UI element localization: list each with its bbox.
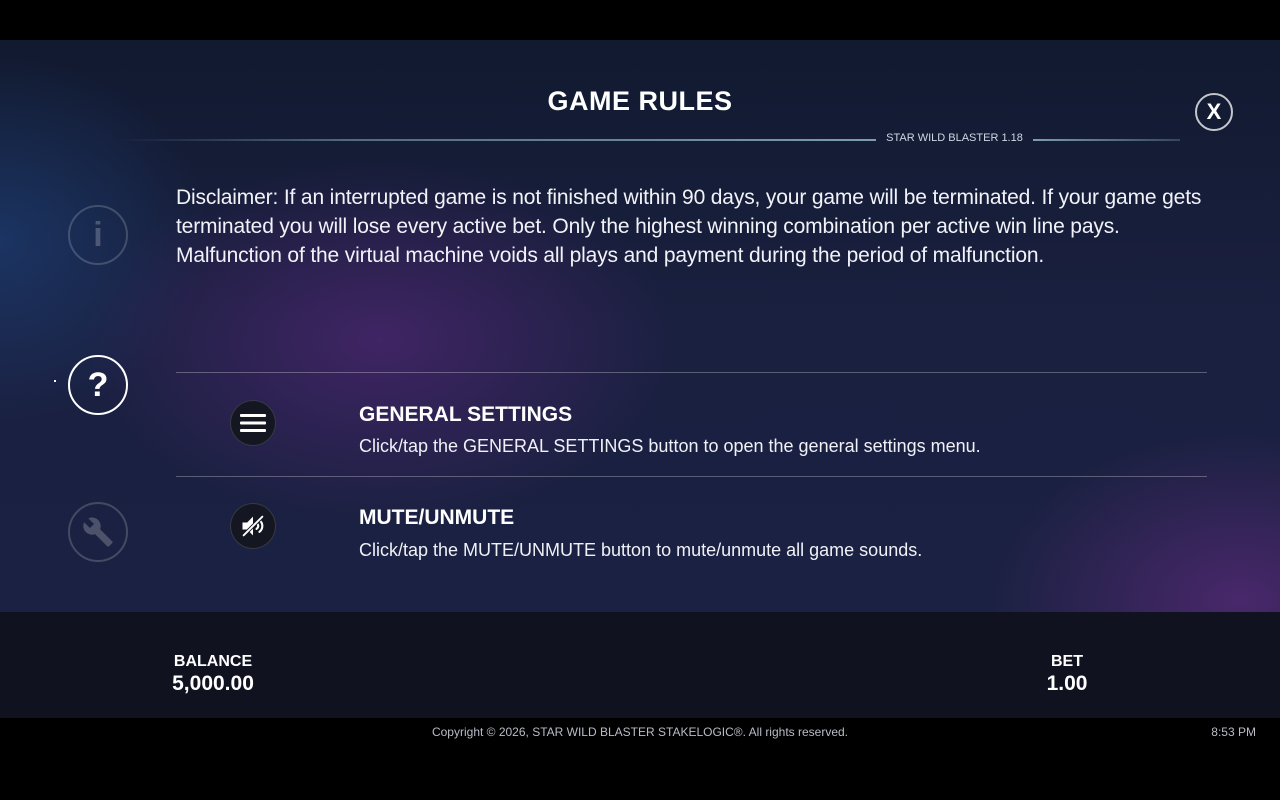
top-bar [0,0,1280,40]
mute-unmute-description: Click/tap the MUTE/UNMUTE button to mute… [359,540,923,560]
footer: Copyright © 2026, STAR WILD BLASTER STAK… [0,718,1280,800]
bet-label: BET [1051,653,1083,670]
bet-value: 1.00 [1046,672,1088,695]
version-label: STAR WILD BLASTER 1.18 [886,132,1023,144]
section-divider [176,476,1207,477]
page-title: GAME RULES [547,86,733,116]
section-divider [176,372,1207,373]
balance-value: 5,000.00 [172,672,254,695]
clock: 8:53 PM [1211,725,1256,739]
disclaimer-text: Disclaimer: If an interrupted game is no… [176,186,1202,267]
balance-label: BALANCE [173,653,253,670]
info-icon: i [93,216,103,254]
game-rules-panel: GAME RULES X STAR WILD BLASTER 1.18 i ? … [0,40,1280,612]
sidebar-item-tools[interactable] [68,502,128,562]
title-divider-left [120,139,876,141]
sidebar-item-help[interactable]: ? [68,355,128,415]
mute-button-icon [230,503,276,549]
title-divider-right [1033,139,1180,141]
mute-unmute-title: MUTE/UNMUTE [359,506,515,529]
bet-display: BET 1.00 [1017,653,1117,696]
balance-display: BALANCE 5,000.00 [143,653,283,696]
wrench-icon [83,517,113,547]
mute-icon [242,515,264,537]
menu-icon [240,414,266,432]
question-icon: ? [87,366,109,404]
general-settings-button-icon [230,400,276,446]
sidebar-item-info[interactable]: i [68,205,128,265]
copyright-text: Copyright © 2026, STAR WILD BLASTER STAK… [431,725,849,739]
status-bar: BALANCE 5,000.00 BET 1.00 [0,612,1280,718]
general-settings-description: Click/tap the GENERAL SETTINGS button to… [359,436,981,456]
general-settings-title: GENERAL SETTINGS [359,403,573,426]
active-indicator-dot [54,380,56,382]
close-button[interactable]: X [1195,93,1233,131]
